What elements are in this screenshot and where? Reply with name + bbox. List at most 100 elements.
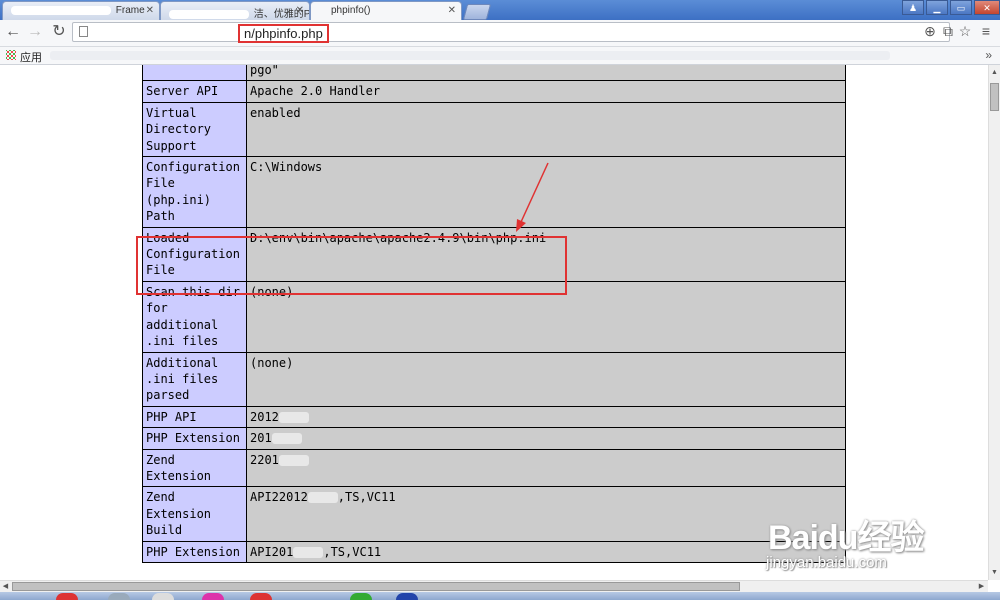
tab-title: Frame <box>115 5 145 16</box>
tab-title: phpinfo() <box>331 5 371 16</box>
phpinfo-row: pgo" <box>142 65 846 82</box>
row-value: C:\Windows <box>246 156 846 228</box>
scroll-left-icon[interactable]: ◀ <box>0 581 11 592</box>
row-value-text: API201 <box>250 544 294 559</box>
horizontal-scrollbar[interactable]: ◀ ▶ <box>0 580 988 592</box>
translate-icon[interactable]: ⧉ <box>940 23 956 40</box>
scroll-up-icon[interactable]: ▲ <box>989 67 1000 78</box>
row-value: API22012 ,TS,VC11 <box>246 486 846 542</box>
phpinfo-row: Zend Extension Build API22012 ,TS,VC11 <box>142 486 846 542</box>
row-label <box>142 65 247 82</box>
tab-blur <box>169 9 249 19</box>
user-icon[interactable]: ♟ <box>902 0 924 15</box>
phpinfo-row: PHP API 2012 <box>142 405 846 429</box>
back-arrow-icon[interactable]: ← <box>4 23 22 41</box>
phpinfo-row: Additional .ini files parsed (none) <box>142 351 846 407</box>
row-value: 201 <box>246 427 846 450</box>
row-value: 2012 <box>246 405 846 429</box>
phpinfo-row: Server API Apache 2.0 Handler <box>142 80 846 103</box>
row-value-text: API22012 <box>250 490 308 505</box>
forward-arrow-icon[interactable]: → <box>26 23 44 41</box>
phpinfo-row: Configuration File (php.ini) Path C:\Wind… <box>142 156 846 228</box>
redacted-value <box>278 411 309 423</box>
row-label: Loaded Configuration File <box>142 226 247 282</box>
maximize-button[interactable]: ▭ <box>950 0 972 15</box>
window-titlebar: Frame ✕ 洁、优雅的PHP ✕ phpinfo() ✕ ♟ ▁ ▭ ✕ <box>0 0 1000 20</box>
row-value: (none) <box>246 280 846 353</box>
vertical-scrollbar[interactable]: ▲ ▼ <box>988 65 1000 580</box>
row-value-text: 2012 <box>250 409 279 424</box>
browser-toolbar: ← → ↻ n/phpinfo.php ⊕ ⧉ ☆ ≡ <box>0 20 1000 47</box>
address-bar[interactable]: n/phpinfo.php <box>72 22 950 43</box>
apps-icon[interactable] <box>6 50 16 60</box>
redacted-value <box>293 546 324 558</box>
minimize-button[interactable]: ▁ <box>926 0 948 15</box>
phpinfo-row: Virtual Directory Support enabled <box>142 101 846 158</box>
row-value: enabled <box>246 101 846 158</box>
taskbar-app-icon[interactable] <box>202 593 224 600</box>
taskbar-app-icon[interactable] <box>350 593 372 600</box>
row-label: Additional .ini files parsed <box>142 351 247 407</box>
row-value-text: C:\Windows <box>250 160 323 175</box>
phpinfo-row: Loaded Configuration File D:\env\bin\apac… <box>142 226 846 282</box>
taskbar-app-icon[interactable] <box>56 593 78 600</box>
row-label: Zend Extension Build <box>142 486 247 542</box>
phpinfo-row: PHP Extension 201 <box>142 427 846 450</box>
tab-php[interactable]: 洁、优雅的PHP ✕ <box>160 1 310 20</box>
row-value: pgo" <box>246 65 846 82</box>
row-value-text: Apache 2.0 Handler <box>250 84 381 99</box>
page-viewport: pgo" Server API Apache 2.0 Handler Virtual … <box>0 65 988 580</box>
close-window-button[interactable]: ✕ <box>974 0 1000 15</box>
scroll-down-icon[interactable]: ▼ <box>989 567 1000 578</box>
redacted-value <box>271 433 302 445</box>
url-text[interactable]: n/phpinfo.php <box>238 24 329 43</box>
redacted-value <box>307 492 338 504</box>
tab-close-icon[interactable]: ✕ <box>146 5 154 16</box>
tab-phpinfo[interactable]: phpinfo() ✕ <box>310 1 462 20</box>
row-value: API201 ,TS,VC11 <box>246 540 846 563</box>
scroll-right-icon[interactable]: ▶ <box>976 581 987 592</box>
phpinfo-row: Zend Extension 2201 <box>142 448 846 488</box>
redacted-value <box>278 454 309 466</box>
apps-label[interactable]: 应用 <box>20 49 42 65</box>
phpinfo-row: Scan this dir for additional .ini files(… <box>142 280 846 353</box>
row-label: PHP Extension <box>142 427 247 450</box>
row-value: D:\env\bin\apache\apache2.4.9\bin\php.in… <box>246 226 846 282</box>
row-label: Virtual Directory Support <box>142 101 247 158</box>
phpinfo-row: PHP Extension API201 ,TS,VC11 <box>142 540 846 563</box>
row-value-text: D:\env\bin\apache\apache2.4.9\bin\php.in… <box>250 230 547 245</box>
row-value-text: pgo" <box>250 65 279 77</box>
reload-icon[interactable]: ↻ <box>50 23 68 41</box>
row-value-text: 201 <box>250 431 272 446</box>
row-label: Zend Extension <box>142 448 247 488</box>
horizontal-scroll-thumb[interactable] <box>12 582 740 591</box>
bookmarks-more-icon[interactable]: » <box>985 48 992 62</box>
row-value-text: enabled <box>250 105 301 120</box>
tab-close-icon[interactable]: ✕ <box>448 5 456 16</box>
zoom-icon[interactable]: ⊕ <box>922 23 938 40</box>
vertical-scroll-thumb[interactable] <box>990 83 999 111</box>
taskbar <box>0 592 1000 600</box>
row-value-suffix: ,TS,VC11 <box>323 544 382 559</box>
url-blur <box>95 27 235 38</box>
bookmarks-bar: 应用 » <box>0 47 1000 65</box>
row-value: 2201 <box>246 448 846 488</box>
taskbar-app-icon[interactable] <box>396 593 418 600</box>
menu-icon[interactable]: ≡ <box>978 23 994 39</box>
tab-close-icon[interactable]: ✕ <box>296 5 304 16</box>
row-label: PHP API <box>142 405 247 429</box>
tab-frame[interactable]: Frame ✕ <box>2 1 160 20</box>
row-value: Apache 2.0 Handler <box>246 80 846 103</box>
new-tab-button[interactable] <box>462 4 492 20</box>
phpinfo-table: pgo" Server API Apache 2.0 Handler Virtual … <box>142 65 846 563</box>
taskbar-app-icon[interactable] <box>108 593 130 600</box>
tab-blur <box>11 5 111 15</box>
row-value-text: 2201 <box>250 452 279 467</box>
taskbar-app-icon[interactable] <box>152 593 174 600</box>
bookmark-star-icon[interactable]: ☆ <box>957 23 973 40</box>
bookmarks-blur <box>50 51 890 60</box>
row-label: Configuration File (php.ini) Path <box>142 156 247 228</box>
taskbar-app-icon[interactable] <box>250 593 272 600</box>
page-icon <box>79 26 88 37</box>
row-label: Server API <box>142 80 247 103</box>
